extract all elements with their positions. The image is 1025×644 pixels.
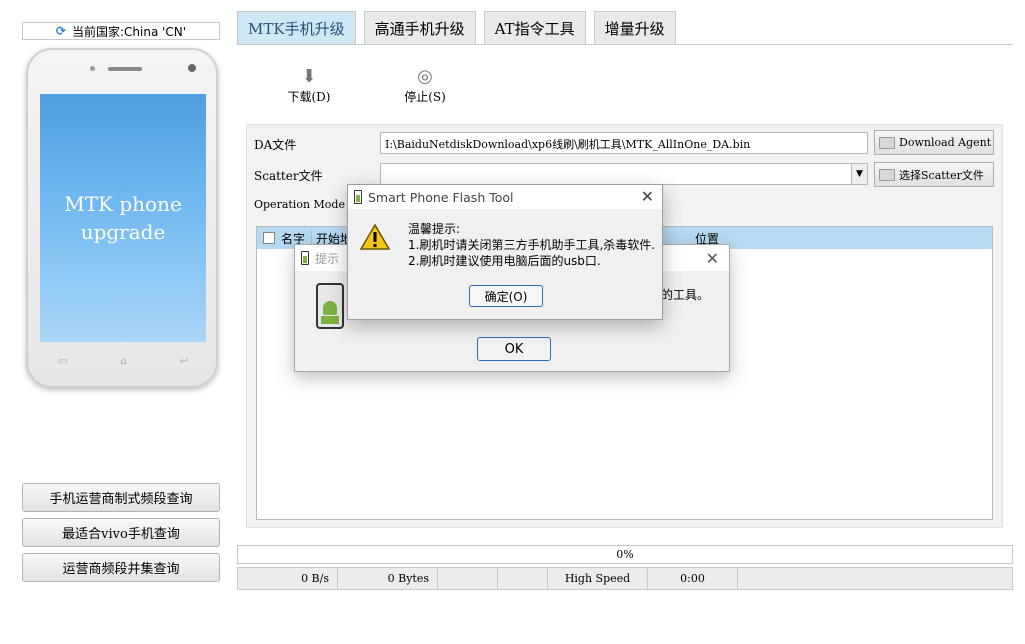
country-text: 当前国家:China 'CN' — [71, 24, 187, 39]
progress-bar: 0% — [237, 545, 1013, 564]
current-country-label: ⟳ 当前国家:China 'CN' — [22, 22, 220, 40]
phone-illustration: MTK phone upgrade ▭ ⌂ ↩ — [26, 48, 218, 388]
status-empty-1 — [438, 568, 498, 589]
warning-dialog-title: Smart Phone Flash Tool — [368, 189, 514, 205]
download-agent-label: Download Agent — [899, 136, 992, 149]
refresh-icon: ⟳ — [55, 24, 66, 38]
stop-button[interactable]: ◎ 停止(S) — [390, 66, 460, 105]
screen-line-1: MTK phone — [64, 192, 182, 216]
sensor-icon — [90, 66, 95, 71]
warning-line-3: 2.刷机时建议使用电脑后面的usb口. — [408, 254, 601, 268]
download-agent-button[interactable]: Download Agent — [874, 130, 994, 155]
stop-icon: ◎ — [417, 66, 433, 87]
android-phone-icon — [316, 283, 344, 329]
tab-qualcomm[interactable]: 高通手机升级 — [363, 11, 476, 45]
da-file-label: DA文件 — [254, 138, 297, 152]
tab-divider — [237, 44, 1013, 45]
download-arrow-icon: ⬇ — [301, 66, 317, 87]
warning-dialog-titlebar: Smart Phone Flash Tool — [348, 185, 662, 209]
scatter-file-label: Scatter文件 — [254, 169, 323, 183]
download-button[interactable]: ⬇ 下载(D) — [274, 66, 344, 105]
tab-mtk[interactable]: MTK手机升级 — [237, 11, 356, 45]
close-icon[interactable]: ✕ — [641, 187, 654, 206]
transferred-bytes: 0 Bytes — [338, 568, 438, 589]
camera-icon — [188, 64, 196, 72]
battery-app-icon — [301, 251, 309, 265]
speaker-icon — [108, 67, 142, 71]
carrier-band-query-button[interactable]: 手机运营商制式频段查询 — [22, 483, 220, 512]
phone-keys: ▭ ⌂ ↩ — [58, 356, 188, 367]
phone-screen: MTK phone upgrade — [40, 94, 206, 342]
screen-line-2: upgrade — [80, 220, 166, 244]
elapsed-time: 0:00 — [648, 568, 738, 589]
status-empty-2 — [498, 568, 548, 589]
confirm-button[interactable]: 确定(O) — [469, 285, 543, 307]
status-bar: 0 B/s 0 Bytes High Speed 0:00 — [237, 567, 1013, 590]
scatter-file-select[interactable]: ▼ — [380, 163, 868, 185]
warning-dialog: Smart Phone Flash Tool ✕ 温馨提示: 1.刷机时请关闭第… — [347, 184, 663, 320]
folder-icon — [879, 168, 895, 181]
operation-mode-label: Operation Mode — [254, 198, 345, 211]
tab-at-command[interactable]: AT指令工具 — [483, 11, 586, 45]
tab-incremental[interactable]: 增量升级 — [593, 11, 676, 45]
warning-icon — [360, 223, 390, 250]
tab-bar: MTK手机升级 高通手机升级 AT指令工具 增量升级 — [237, 11, 676, 45]
carrier-band-union-button[interactable]: 运营商频段并集查询 — [22, 553, 220, 582]
vivo-phone-query-button[interactable]: 最适合vivo手机查询 — [22, 518, 220, 547]
warning-line-1: 温馨提示: — [408, 222, 461, 236]
choose-scatter-button[interactable]: 选择Scatter文件 — [874, 162, 994, 187]
battery-level-icon — [321, 316, 339, 324]
usb-speed-mode: High Speed — [548, 568, 648, 589]
select-all-checkbox[interactable] — [263, 232, 275, 244]
download-label: 下载(D) — [287, 90, 331, 104]
chevron-down-icon[interactable]: ▼ — [851, 164, 867, 184]
stop-label: 停止(S) — [404, 90, 446, 104]
warning-line-2: 1.刷机时请关闭第三方手机助手工具,杀毒软件. — [408, 238, 656, 252]
close-icon[interactable]: ✕ — [706, 249, 719, 268]
home-key-icon: ⌂ — [120, 356, 127, 367]
hint-dialog-title: 提示 — [315, 251, 340, 266]
battery-app-icon — [354, 190, 362, 204]
transfer-speed: 0 B/s — [238, 568, 338, 589]
choose-scatter-label: 选择Scatter文件 — [899, 168, 984, 182]
menu-key-icon: ▭ — [58, 356, 68, 367]
da-file-path-field[interactable]: I:\BaiduNetdiskDownload\xp6线刷\刷机工具\MTK_A… — [380, 132, 868, 154]
ok-button[interactable]: OK — [477, 337, 551, 361]
android-bot-icon — [323, 301, 337, 315]
warning-message: 温馨提示: 1.刷机时请关闭第三方手机助手工具,杀毒软件. 2.刷机时建议使用电… — [408, 221, 655, 269]
folder-icon — [879, 136, 895, 149]
back-key-icon: ↩ — [179, 356, 188, 367]
